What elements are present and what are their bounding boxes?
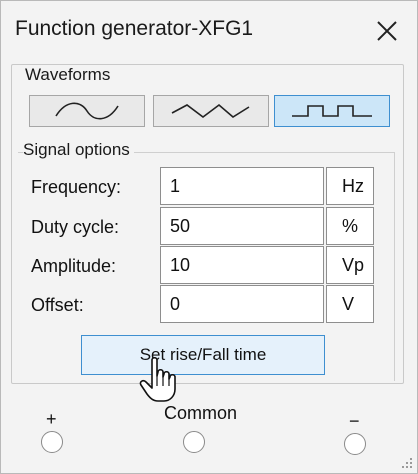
minus-terminal-label: − xyxy=(349,411,360,431)
amplitude-input[interactable] xyxy=(160,246,324,284)
function-generator-window: Function generator-XFG1 Waveforms Signal… xyxy=(0,0,418,474)
title-bar[interactable]: Function generator-XFG1 xyxy=(1,1,417,61)
waveforms-label: Waveforms xyxy=(25,65,111,84)
square-wave-button[interactable] xyxy=(274,95,390,127)
amplitude-label: Amplitude: xyxy=(31,256,117,276)
triangle-wave-button[interactable] xyxy=(153,95,269,127)
sine-wave-icon xyxy=(55,102,119,120)
common-terminal-label: Common xyxy=(164,403,238,423)
duty-cycle-unit[interactable]: % xyxy=(326,207,374,245)
signal-options-label: Signal options xyxy=(23,140,134,160)
resize-grip-icon[interactable] xyxy=(399,455,413,469)
offset-label: Offset: xyxy=(31,295,84,315)
window-title: Function generator-XFG1 xyxy=(15,17,254,40)
plus-terminal[interactable] xyxy=(41,431,63,453)
duty-cycle-input[interactable] xyxy=(160,207,324,245)
frequency-unit[interactable]: Hz xyxy=(326,167,374,205)
set-rise-fall-time-button[interactable]: Set rise/Fall time xyxy=(81,335,325,375)
common-terminal[interactable] xyxy=(183,431,205,453)
square-wave-icon xyxy=(292,105,372,117)
offset-unit[interactable]: V xyxy=(326,285,374,323)
frequency-input[interactable] xyxy=(160,167,324,205)
amplitude-unit[interactable]: Vp xyxy=(326,246,374,284)
minus-terminal[interactable] xyxy=(344,433,366,455)
plus-terminal-label: + xyxy=(46,409,57,429)
triangle-wave-icon xyxy=(171,103,250,118)
close-button[interactable] xyxy=(369,13,405,49)
close-icon xyxy=(377,21,397,41)
duty-cycle-label: Duty cycle: xyxy=(31,217,120,237)
offset-input[interactable] xyxy=(160,285,324,323)
frequency-label: Frequency: xyxy=(31,177,122,197)
sine-wave-button[interactable] xyxy=(29,95,145,127)
